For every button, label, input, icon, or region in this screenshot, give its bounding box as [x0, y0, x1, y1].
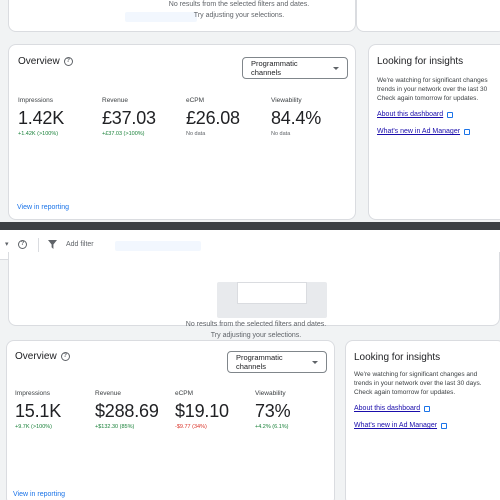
overview-heading: Overview ? — [18, 56, 73, 67]
empty-state-card: No results from the selected filters and… — [8, 252, 500, 339]
view-in-reporting-link[interactable]: View in reporting — [17, 204, 69, 211]
about-dashboard-link[interactable]: About this dashboard — [377, 111, 454, 118]
overview-heading: Overview ? — [15, 351, 70, 362]
metric-value: 73% — [255, 401, 291, 421]
insights-line: Check again tomorrow for updates. — [354, 389, 456, 396]
chevron-down-icon — [312, 360, 318, 364]
metric-delta: -$9.77 (34%) — [175, 424, 207, 430]
link-label: What's new in Ad Manager — [354, 422, 438, 429]
open-in-new-icon — [424, 405, 431, 412]
metric-value: $288.69 — [95, 401, 159, 421]
open-in-new-icon — [441, 422, 448, 429]
overview-card: Overview ? Programmatic channels Impress… — [8, 44, 356, 220]
filter-icon — [48, 240, 57, 249]
empty-state-line1: No results from the selected filters and… — [185, 321, 327, 328]
insights-line: We're watching for significant changes a… — [354, 371, 478, 378]
view-in-reporting-link[interactable]: View in reporting — [13, 491, 65, 498]
top-screenshot: No results from the selected filters and… — [0, 0, 500, 222]
chevron-down-icon — [333, 66, 339, 70]
metric-ecpm: eCPM £26.08 No data — [186, 97, 240, 137]
metric-value: £37.03 — [102, 108, 156, 128]
stacked-screenshots: No results from the selected filters and… — [0, 0, 500, 500]
insights-title: Looking for insights — [377, 56, 464, 67]
metric-value: 84.4% — [271, 108, 322, 128]
metric-viewability: Viewability 73% +4.2% (6.1%) — [255, 390, 291, 430]
insights-card: Looking for insights We're watching for … — [345, 340, 500, 500]
empty-chart-illustration — [217, 282, 327, 318]
link-label: About this dashboard — [354, 405, 421, 412]
insights-line: We're watching for significant changes — [377, 77, 488, 84]
about-dashboard-link[interactable]: About this dashboard — [354, 405, 431, 412]
help-icon[interactable]: ? — [60, 352, 70, 361]
link-label: What's new in Ad Manager — [377, 128, 461, 135]
metric-value: 15.1K — [15, 401, 62, 421]
metric-label: eCPM — [175, 390, 194, 397]
channel-select-value: Programmatic channels — [251, 59, 298, 77]
bottom-screenshot: ▾ ? Add filter No results from the selec… — [0, 230, 500, 500]
help-icon[interactable]: ? — [63, 57, 73, 66]
toolbar-help-icon[interactable]: ? — [18, 240, 27, 249]
insights-title: Looking for insights — [354, 352, 441, 363]
metric-label: Impressions — [15, 390, 51, 397]
metric-viewability: Viewability 84.4% No data — [271, 97, 321, 137]
insights-card: Looking for insights We're watching for … — [368, 44, 500, 220]
whats-new-link[interactable]: What's new in Ad Manager — [354, 422, 448, 429]
empty-state-card-right — [356, 0, 500, 32]
metric-impressions: Impressions 15.1K +9.7K (>100%) — [15, 390, 61, 430]
empty-state-message: No results from the selected filters and… — [129, 0, 349, 21]
add-filter-button[interactable]: Add filter — [48, 240, 94, 249]
metric-delta: No data — [186, 131, 206, 137]
metric-delta: +4.2% (6.1%) — [255, 424, 289, 430]
metric-label: eCPM — [186, 97, 205, 104]
metric-revenue: Revenue £37.03 +£37.03 (>100%) — [102, 97, 156, 137]
ghost-tooltip — [115, 241, 201, 251]
metric-label: Revenue — [102, 97, 129, 104]
empty-state-message: No results from the selected filters and… — [146, 319, 366, 341]
metric-delta: +1.42K (>100%) — [18, 131, 59, 137]
metric-label: Impressions — [18, 97, 54, 104]
metric-delta: +9.7K (>100%) — [15, 424, 52, 430]
open-in-new-icon — [464, 128, 471, 135]
metric-delta: +£37.03 (>100%) — [102, 131, 145, 137]
metric-label: Viewability — [255, 390, 286, 397]
overview-title: Overview — [18, 56, 60, 67]
channel-select-value: Programmatic channels — [236, 353, 283, 371]
add-filter-label: Add filter — [66, 241, 94, 248]
insights-text: We're watching for significant changes a… — [354, 370, 500, 397]
illustration-frame — [237, 282, 307, 304]
link-label: About this dashboard — [377, 111, 444, 118]
metric-ecpm: eCPM $19.10 -$9.77 (34%) — [175, 390, 229, 430]
empty-state-card: No results from the selected filters and… — [8, 0, 356, 32]
overview-card: Overview ? Programmatic channels Impress… — [6, 340, 335, 500]
metric-value: 1.42K — [18, 108, 65, 128]
insights-line: trends in your network over the last 30 — [377, 86, 488, 93]
metric-revenue: Revenue $288.69 +$132.30 (85%) — [95, 390, 159, 430]
channel-select[interactable]: Programmatic channels — [242, 57, 348, 79]
empty-state-line1: No results from the selected filters and… — [168, 1, 310, 8]
metric-delta: +$132.30 (85%) — [95, 424, 135, 430]
toolbar-separator — [38, 238, 39, 252]
open-in-new-icon — [447, 111, 454, 118]
insights-line: trends in your network over the last 30 … — [354, 380, 482, 387]
metric-value: £26.08 — [186, 108, 240, 128]
insights-text: We're watching for significant changes t… — [377, 76, 500, 103]
metric-impressions: Impressions 1.42K +1.42K (>100%) — [18, 97, 64, 137]
insights-line: Check again tomorrow for updates. — [377, 95, 479, 102]
empty-state-line2: Try adjusting your selections. — [193, 12, 285, 19]
metric-value: $19.10 — [175, 401, 229, 421]
overview-title: Overview — [15, 351, 57, 362]
toolbar-chevron-down-icon[interactable]: ▾ — [5, 240, 9, 248]
whats-new-link[interactable]: What's new in Ad Manager — [377, 128, 471, 135]
channel-select[interactable]: Programmatic channels — [227, 351, 327, 373]
metric-label: Viewability — [271, 97, 302, 104]
metric-delta: No data — [271, 131, 291, 137]
screenshot-divider — [0, 222, 500, 230]
metric-label: Revenue — [95, 390, 122, 397]
